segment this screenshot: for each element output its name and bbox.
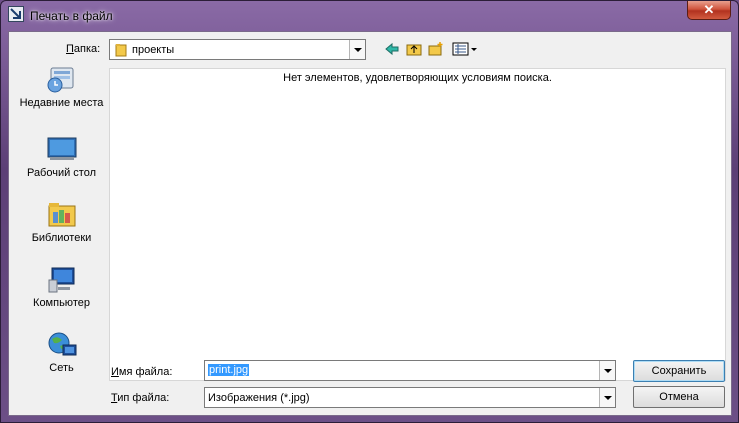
place-computer[interactable]: Компьютер bbox=[17, 265, 106, 310]
filetype-dropdown-arrow[interactable] bbox=[599, 388, 615, 407]
place-computer-label: Компьютер bbox=[33, 297, 90, 309]
view-menu-icon[interactable] bbox=[452, 41, 478, 57]
network-icon bbox=[46, 330, 78, 360]
back-arrow-icon[interactable] bbox=[384, 41, 402, 57]
save-dialog-window: Печать в файл ✕ Папка: проекты Недавние … bbox=[0, 0, 739, 423]
place-recent-label: Недавние места bbox=[19, 97, 104, 109]
new-folder-icon[interactable] bbox=[428, 41, 446, 57]
place-desktop-label: Рабочий стол bbox=[26, 167, 97, 179]
title-bar[interactable]: Печать в файл ✕ bbox=[1, 1, 738, 31]
place-recent[interactable]: Недавние места bbox=[17, 65, 106, 110]
lookin-label: Папка: bbox=[66, 43, 101, 55]
close-icon: ✕ bbox=[703, 2, 715, 17]
filetype-value: Изображения (*.jpg) bbox=[208, 392, 310, 404]
dialog-client-area: Папка: проекты Недавние места Рабочий ст… bbox=[8, 31, 732, 416]
desktop-icon bbox=[46, 135, 78, 165]
lookin-dropdown-arrow[interactable] bbox=[349, 40, 365, 59]
libraries-icon bbox=[46, 200, 78, 230]
computer-icon bbox=[46, 265, 78, 295]
place-desktop[interactable]: Рабочий стол bbox=[17, 135, 106, 180]
place-libraries[interactable]: Библиотеки bbox=[17, 200, 106, 245]
cancel-button[interactable]: Отмена bbox=[633, 386, 725, 408]
filetype-label: Тип файла: bbox=[111, 392, 170, 404]
lookin-combo[interactable]: проекты bbox=[109, 39, 366, 60]
places-bar: Недавние места Рабочий стол Библиотеки К… bbox=[17, 65, 106, 381]
place-network-label: Сеть bbox=[49, 362, 74, 374]
filename-label: Имя файла: bbox=[111, 366, 173, 378]
recent-places-icon bbox=[46, 65, 78, 95]
place-libraries-label: Библиотеки bbox=[31, 232, 92, 244]
place-network[interactable]: Сеть bbox=[17, 330, 106, 375]
save-button[interactable]: Сохранить bbox=[633, 360, 725, 382]
window-title: Печать в файл bbox=[30, 9, 113, 23]
filename-field[interactable]: print.jpg bbox=[204, 360, 616, 381]
empty-message: Нет элементов, удовлетворяющих условиям … bbox=[283, 72, 552, 84]
app-icon bbox=[8, 6, 24, 22]
file-list[interactable]: Нет элементов, удовлетворяющих условиям … bbox=[109, 68, 726, 381]
lookin-value: проекты bbox=[132, 44, 175, 56]
folder-icon bbox=[115, 43, 127, 60]
filetype-select[interactable]: Изображения (*.jpg) bbox=[204, 387, 616, 408]
up-folder-icon[interactable] bbox=[406, 41, 424, 57]
close-button[interactable]: ✕ bbox=[687, 1, 731, 20]
filename-value: print.jpg bbox=[208, 364, 250, 376]
filename-dropdown-arrow[interactable] bbox=[599, 361, 615, 380]
